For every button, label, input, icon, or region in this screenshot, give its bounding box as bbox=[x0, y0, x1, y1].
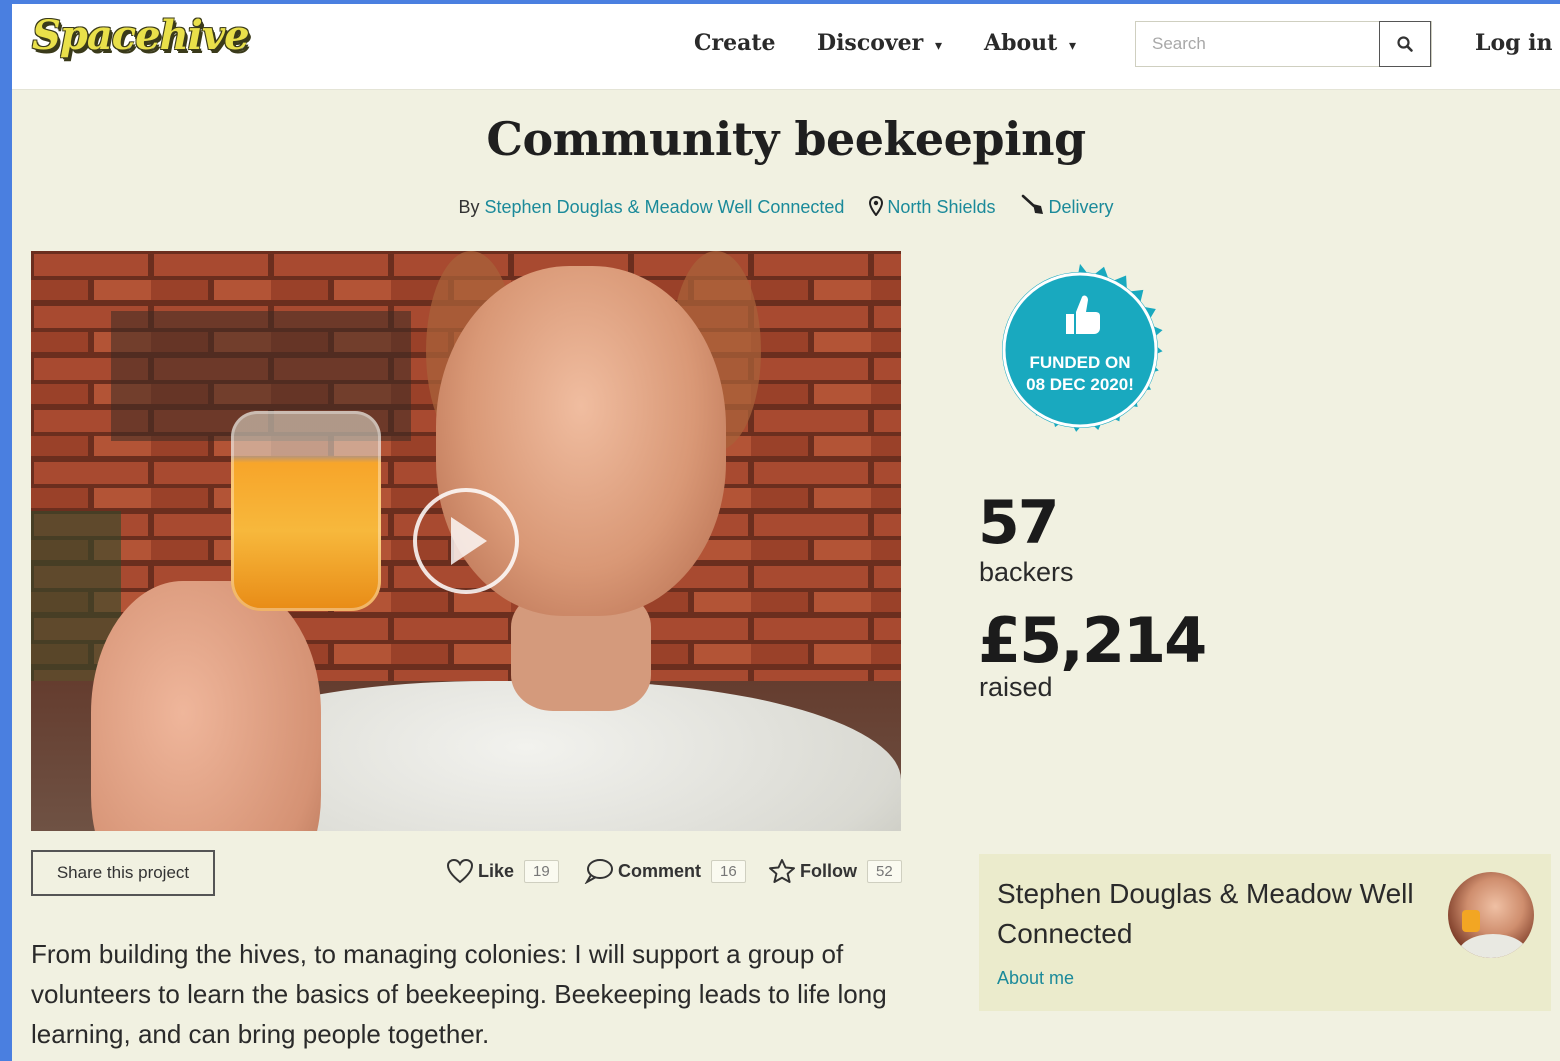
stage-link[interactable]: Delivery bbox=[1049, 197, 1114, 217]
creator-link[interactable]: Stephen Douglas & Meadow Well Connected bbox=[485, 197, 845, 217]
project-description: From building the hives, to managing col… bbox=[31, 939, 887, 1049]
raised-amount: £5,214 bbox=[978, 604, 1207, 677]
play-icon bbox=[451, 517, 487, 565]
location-link[interactable]: North Shields bbox=[887, 197, 995, 217]
heart-icon bbox=[446, 858, 474, 884]
search-button[interactable] bbox=[1379, 21, 1431, 67]
search-icon bbox=[1397, 36, 1413, 52]
comment-button[interactable]: Comment 16 bbox=[584, 856, 746, 886]
creator-card-name[interactable]: Stephen Douglas & Meadow Well Connected bbox=[997, 874, 1417, 954]
project-video[interactable] bbox=[31, 251, 901, 831]
share-project-button[interactable]: Share this project bbox=[31, 850, 215, 896]
search-input[interactable] bbox=[1136, 22, 1381, 66]
login-link[interactable]: Log in bbox=[1475, 30, 1553, 56]
nav-create-label: Create bbox=[694, 30, 776, 56]
nav-discover-dropdown[interactable]: Discover ▾ bbox=[817, 30, 942, 56]
avatar-shirt bbox=[1458, 934, 1528, 958]
speech-bubble-icon bbox=[584, 859, 613, 884]
funded-badge-line1: FUNDED ON bbox=[1029, 353, 1131, 372]
spacehive-logo[interactable]: Spacehive bbox=[32, 12, 250, 59]
like-button[interactable]: Like 19 bbox=[446, 856, 559, 886]
funded-badge-text: FUNDED ON 08 DEC 2020! bbox=[980, 352, 1180, 396]
about-me-link[interactable]: About me bbox=[997, 968, 1074, 989]
chevron-down-icon: ▾ bbox=[1068, 38, 1076, 54]
search-box bbox=[1135, 21, 1432, 67]
byline-prefix: By bbox=[458, 197, 480, 217]
follow-label: Follow bbox=[800, 860, 857, 881]
avatar-jar bbox=[1462, 910, 1480, 932]
follow-count: 52 bbox=[867, 859, 902, 883]
honey-jar bbox=[231, 411, 381, 611]
backers-label: backers bbox=[979, 557, 1074, 587]
project-title: Community beekeeping bbox=[486, 112, 1086, 166]
project-byline: By Stephen Douglas & Meadow Well Connect… bbox=[12, 194, 1560, 218]
nav-about-label: About bbox=[984, 30, 1058, 56]
star-icon bbox=[769, 859, 795, 883]
map-pin-icon bbox=[869, 196, 884, 216]
like-label: Like bbox=[478, 860, 515, 881]
backers-count: 57 bbox=[978, 488, 1059, 558]
funded-badge-line2: 08 DEC 2020! bbox=[1026, 375, 1134, 394]
follow-button[interactable]: Follow 52 bbox=[768, 856, 902, 886]
creator-card: Stephen Douglas & Meadow Well Connected … bbox=[979, 854, 1551, 1011]
comment-label: Comment bbox=[618, 860, 702, 881]
comment-count: 16 bbox=[711, 859, 746, 883]
play-button[interactable] bbox=[413, 488, 519, 594]
shovel-icon bbox=[1021, 194, 1043, 214]
like-count: 19 bbox=[524, 859, 559, 883]
photo-hand bbox=[91, 581, 321, 831]
raised-label: raised bbox=[979, 672, 1053, 702]
page: Spacehive Create Discover ▾ About ▾ Log … bbox=[12, 4, 1560, 1061]
top-navbar: Spacehive Create Discover ▾ About ▾ Log … bbox=[12, 4, 1560, 90]
nav-about-dropdown[interactable]: About ▾ bbox=[984, 30, 1076, 56]
nav-create[interactable]: Create bbox=[694, 30, 776, 56]
chevron-down-icon: ▾ bbox=[934, 38, 942, 54]
avatar[interactable] bbox=[1448, 872, 1534, 958]
nav-discover-label: Discover bbox=[817, 30, 924, 56]
